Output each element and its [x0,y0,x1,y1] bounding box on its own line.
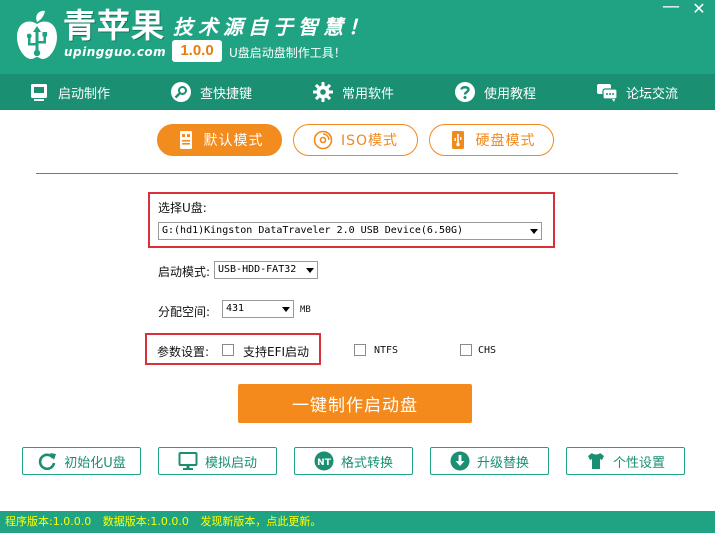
nav-item-boot-make[interactable]: 启动制作 [28,74,110,110]
status-bar: 程序版本:1.0.0.0 数据版本:1.0.0.0 发现新版本，点此更新。 [0,511,715,533]
tool-label: 格式转换 [340,455,393,471]
tool-label: 模拟启动 [204,455,257,471]
hdd-mode-button[interactable]: 硬盘模式 [429,124,554,156]
chevron-down-icon [306,268,314,273]
mode-label: 硬盘模式 [475,133,536,149]
key-search-icon [170,81,192,103]
download-icon [450,451,470,471]
ntfs-checkbox-label: NTFS [374,345,399,356]
main-nav: 启动制作 查快捷键 常用软件 使用教程 论坛交流 [0,74,715,110]
simulate-boot-button[interactable]: 模拟启动 [158,447,277,475]
nav-item-hotkeys[interactable]: 查快捷键 [170,74,252,110]
format-convert-button[interactable]: NT 格式转换 [294,447,413,475]
version-badge: 1.0.0 [172,40,222,62]
disc-icon [313,130,333,150]
nav-item-software[interactable]: 常用软件 [312,74,394,110]
upgrade-replace-button[interactable]: 升级替换 [430,447,549,475]
mode-label: 默认模式 [203,133,264,149]
apple-logo-icon [14,10,60,60]
svg-text:NT: NT [317,458,332,468]
monitor-icon [178,451,198,471]
nav-label: 论坛交流 [626,86,679,102]
nav-item-forum[interactable]: 论坛交流 [596,74,678,110]
update-link[interactable]: 发现新版本，点此更新。 [200,515,321,528]
params-label: 参数设置: [157,345,210,359]
hard-disk-icon [448,130,468,150]
boot-mode-label: 启动模式: [158,265,211,279]
usb-device-value: G:(hd1)Kingston DataTraveler 2.0 USB Dev… [162,225,464,236]
mode-label: ISO模式 [340,133,399,149]
alloc-space-value: 431 [226,303,245,314]
nt-convert-icon: NT [314,451,334,471]
boot-mode-select[interactable]: USB-HDD-FAT32 [214,261,318,279]
chevron-down-icon [530,229,538,234]
iso-mode-button[interactable]: ISO模式 [293,124,418,156]
data-version: 数据版本:1.0.0.0 [102,515,189,528]
make-boot-disk-button[interactable]: 一键制作启动盘 [238,384,472,423]
default-mode-button[interactable]: 默认模式 [157,124,282,156]
usb-select-label: 选择U盘: [158,201,207,215]
refresh-icon [37,451,57,471]
boot-mode-value: USB-HDD-FAT32 [218,264,297,275]
tool-label: 个性设置 [612,455,665,471]
usb-device-select[interactable]: G:(hd1)Kingston DataTraveler 2.0 USB Dev… [158,222,542,240]
minimize-button[interactable]: — [660,0,682,20]
chevron-down-icon [282,307,290,312]
alloc-space-select[interactable]: 431 [222,300,294,318]
brand-name: 青苹果 [63,6,165,45]
program-version: 程序版本:1.0.0.0 [5,515,92,528]
tool-label: 初始化U盘 [64,455,126,471]
nav-label: 使用教程 [484,86,537,102]
title-bar: 青苹果 upingguo.com 技术源自于智慧！ 1.0.0 U盘启动盘制作工… [0,0,715,74]
nav-label: 查快捷键 [200,86,253,102]
usb-icon [176,130,196,150]
personal-settings-button[interactable]: 个性设置 [566,447,685,475]
ntfs-checkbox[interactable] [354,344,366,356]
efi-checkbox-label: 支持EFI启动 [243,345,310,359]
chs-checkbox[interactable] [460,344,472,356]
chat-icon [596,81,618,103]
nav-label: 启动制作 [58,86,111,102]
nav-label: 常用软件 [342,86,395,102]
alloc-unit: MB [300,305,311,315]
brand-domain: upingguo.com [64,45,167,59]
gear-icon [312,81,334,103]
tagline: U盘启动盘制作工具！ [229,46,346,60]
close-button[interactable]: ✕ [688,0,710,22]
chs-checkbox-label: CHS [478,345,497,356]
nav-item-tutorial[interactable]: 使用教程 [454,74,536,110]
init-usb-button[interactable]: 初始化U盘 [22,447,141,475]
section-divider [36,173,678,174]
help-icon [454,81,476,103]
alloc-space-label: 分配空间: [158,305,211,319]
usb-drive-icon [28,81,50,103]
slogan: 技术源自于智慧！ [173,15,373,39]
tool-label: 升级替换 [476,455,529,471]
tshirt-icon [586,451,606,471]
efi-checkbox[interactable] [222,344,234,356]
